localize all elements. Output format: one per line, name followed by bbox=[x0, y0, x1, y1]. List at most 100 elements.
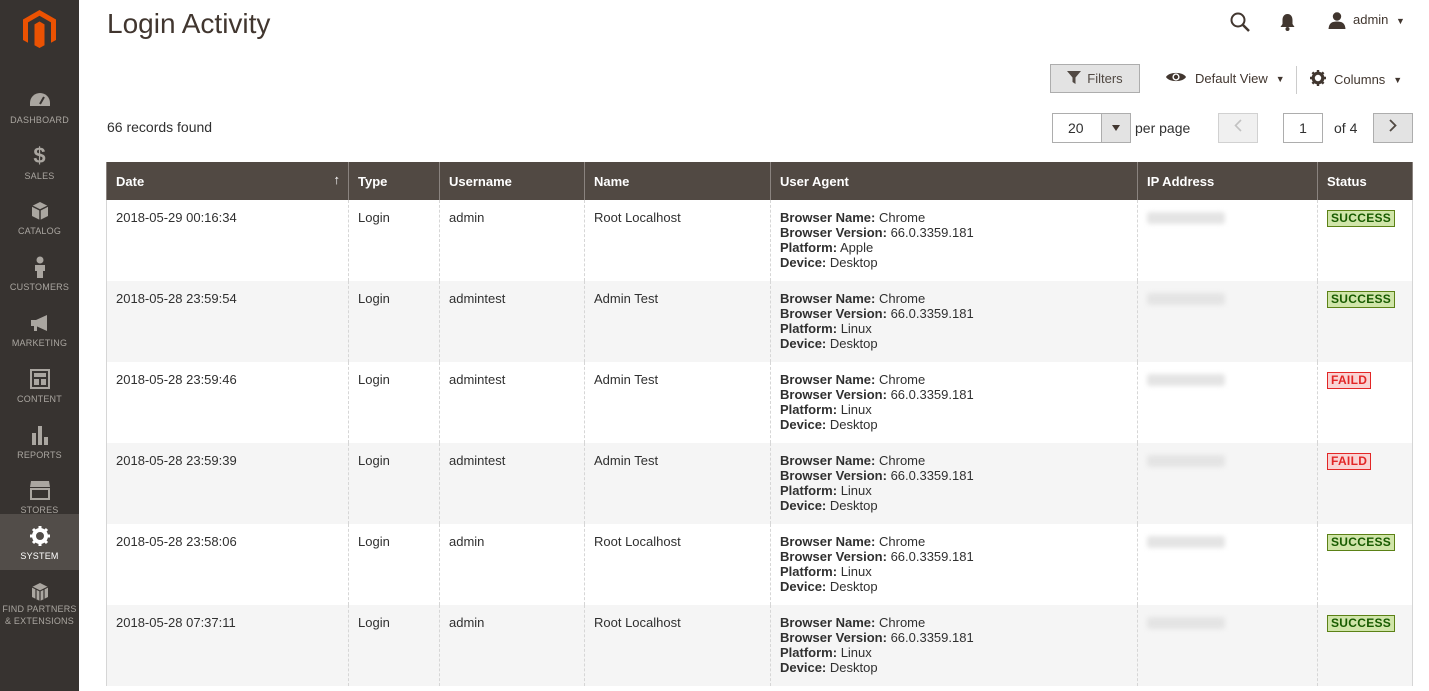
sidebar-item-customers[interactable]: CUSTOMERS bbox=[0, 245, 79, 301]
admin-sidebar: DASHBOARD $ SALES CATALOG CUSTOMERS MARK… bbox=[0, 0, 79, 691]
username-value: admin bbox=[449, 534, 485, 549]
sidebar-item-system[interactable]: SYSTEM bbox=[0, 514, 79, 570]
date-value: 2018-05-29 00:16:34 bbox=[116, 210, 237, 225]
sidebar-item-label: CUSTOMERS bbox=[9, 282, 70, 292]
table-row[interactable]: 2018-05-28 23:59:54 Login admintest Admi… bbox=[106, 281, 1413, 362]
sidebar-item-content[interactable]: CONTENT bbox=[0, 357, 79, 413]
device-value: Desktop bbox=[829, 579, 878, 594]
sidebar-item-label: SALES bbox=[24, 171, 55, 181]
browser-version-value: 66.0.3359.181 bbox=[890, 468, 974, 483]
ip-address-redacted bbox=[1147, 617, 1225, 629]
cell-user-agent: Browser Name: Chrome Browser Version: 66… bbox=[770, 524, 1138, 605]
column-header-user-agent[interactable]: User Agent bbox=[770, 162, 1138, 200]
sidebar-item-find-partners[interactable]: FIND PARTNERS & EXTENSIONS bbox=[0, 580, 79, 640]
chevron-down-icon: ▼ bbox=[1393, 74, 1403, 85]
column-header-username[interactable]: Username bbox=[439, 162, 585, 200]
ua-key-browser-name: Browser Name: bbox=[780, 615, 876, 630]
ip-address-redacted bbox=[1147, 455, 1225, 467]
browser-version-value: 66.0.3359.181 bbox=[890, 630, 974, 645]
cell-username: admintest bbox=[439, 443, 585, 524]
account-menu[interactable]: admin ▼ bbox=[1353, 12, 1405, 27]
device-value: Desktop bbox=[829, 336, 878, 351]
cell-name: Root Localhost bbox=[584, 524, 771, 605]
chevron-right-icon bbox=[1389, 119, 1397, 137]
layout-icon bbox=[0, 367, 79, 391]
cell-date: 2018-05-28 23:59:39 bbox=[106, 443, 349, 524]
previous-page-button[interactable] bbox=[1218, 113, 1258, 143]
ua-key-platform: Platform: bbox=[780, 483, 838, 498]
cell-user-agent: Browser Name: Chrome Browser Version: 66… bbox=[770, 362, 1138, 443]
column-header-date[interactable]: Date ↑ bbox=[106, 162, 349, 200]
type-value: Login bbox=[358, 372, 390, 387]
chevron-down-icon[interactable] bbox=[1101, 114, 1130, 142]
column-header-label: Type bbox=[358, 173, 388, 189]
cell-name: Root Localhost bbox=[584, 605, 771, 686]
platform-value: Linux bbox=[840, 483, 872, 498]
columns-selector[interactable]: Columns ▼ bbox=[1310, 70, 1402, 89]
search-icon[interactable] bbox=[1230, 12, 1250, 37]
type-value: Login bbox=[358, 291, 390, 306]
sidebar-item-catalog[interactable]: CATALOG bbox=[0, 189, 79, 245]
cell-date: 2018-05-28 23:59:46 bbox=[106, 362, 349, 443]
table-row[interactable]: 2018-05-28 23:59:46 Login admintest Admi… bbox=[106, 362, 1413, 443]
cell-username: admin bbox=[439, 605, 585, 686]
type-value: Login bbox=[358, 534, 390, 549]
magento-logo-icon[interactable] bbox=[23, 10, 56, 50]
cell-name: Admin Test bbox=[584, 443, 771, 524]
user-icon[interactable] bbox=[1328, 12, 1346, 34]
device-value: Desktop bbox=[829, 660, 878, 675]
ua-key-browser-name: Browser Name: bbox=[780, 453, 876, 468]
view-selector[interactable]: Default View ▼ bbox=[1165, 70, 1285, 87]
column-header-type[interactable]: Type bbox=[348, 162, 440, 200]
ua-key-browser-version: Browser Version: bbox=[780, 387, 887, 402]
cell-ip-address bbox=[1137, 281, 1318, 362]
ua-key-platform: Platform: bbox=[780, 645, 838, 660]
table-row[interactable]: 2018-05-28 23:58:06 Login admin Root Loc… bbox=[106, 524, 1413, 605]
browser-name-value: Chrome bbox=[879, 210, 926, 225]
cell-ip-address bbox=[1137, 605, 1318, 686]
ua-key-device: Device: bbox=[780, 660, 827, 675]
browser-version-value: 66.0.3359.181 bbox=[890, 225, 974, 240]
status-badge: SUCCESS bbox=[1327, 291, 1396, 308]
table-row[interactable]: 2018-05-28 23:59:39 Login admintest Admi… bbox=[106, 443, 1413, 524]
date-value: 2018-05-28 23:58:06 bbox=[116, 534, 237, 549]
type-value: Login bbox=[358, 453, 390, 468]
cell-type: Login bbox=[348, 281, 440, 362]
ip-address-redacted bbox=[1147, 212, 1225, 224]
browser-name-value: Chrome bbox=[879, 453, 926, 468]
sidebar-item-dashboard[interactable]: DASHBOARD bbox=[0, 78, 79, 134]
table-row[interactable]: 2018-05-29 00:16:34 Login admin Root Loc… bbox=[106, 200, 1413, 281]
ua-key-browser-version: Browser Version: bbox=[780, 630, 887, 645]
sidebar-item-sales[interactable]: $ SALES bbox=[0, 134, 79, 190]
bell-icon[interactable] bbox=[1280, 13, 1295, 36]
cell-username: admintest bbox=[439, 362, 585, 443]
name-value: Admin Test bbox=[594, 453, 659, 468]
sidebar-item-label: FIND PARTNERS & EXTENSIONS bbox=[2, 604, 77, 626]
type-value: Login bbox=[358, 615, 390, 630]
browser-version-value: 66.0.3359.181 bbox=[890, 306, 974, 321]
column-header-status[interactable]: Status bbox=[1317, 162, 1413, 200]
next-page-button[interactable] bbox=[1373, 113, 1413, 143]
cell-status: SUCCESS bbox=[1317, 524, 1413, 605]
ua-key-platform: Platform: bbox=[780, 402, 838, 417]
filters-button[interactable]: Filters bbox=[1050, 64, 1140, 93]
cell-name: Admin Test bbox=[584, 281, 771, 362]
column-header-name[interactable]: Name bbox=[584, 162, 771, 200]
cell-user-agent: Browser Name: Chrome Browser Version: 66… bbox=[770, 605, 1138, 686]
cell-username: admin bbox=[439, 524, 585, 605]
sidebar-item-marketing[interactable]: MARKETING bbox=[0, 301, 79, 357]
ua-key-browser-name: Browser Name: bbox=[780, 210, 876, 225]
ua-key-browser-version: Browser Version: bbox=[780, 225, 887, 240]
status-badge: SUCCESS bbox=[1327, 534, 1396, 551]
table-row[interactable]: 2018-05-28 07:37:11 Login admin Root Loc… bbox=[106, 605, 1413, 686]
browser-name-value: Chrome bbox=[879, 534, 926, 549]
column-header-label: Name bbox=[594, 173, 630, 189]
column-header-label: User Agent bbox=[780, 173, 849, 189]
box-icon bbox=[0, 199, 79, 223]
cell-type: Login bbox=[348, 524, 440, 605]
column-header-ip-address[interactable]: IP Address bbox=[1137, 162, 1318, 200]
page-number-input[interactable]: 1 bbox=[1283, 113, 1323, 143]
sidebar-item-reports[interactable]: REPORTS bbox=[0, 413, 79, 469]
cell-user-agent: Browser Name: Chrome Browser Version: 66… bbox=[770, 443, 1138, 524]
per-page-select[interactable]: 20 bbox=[1052, 113, 1131, 143]
